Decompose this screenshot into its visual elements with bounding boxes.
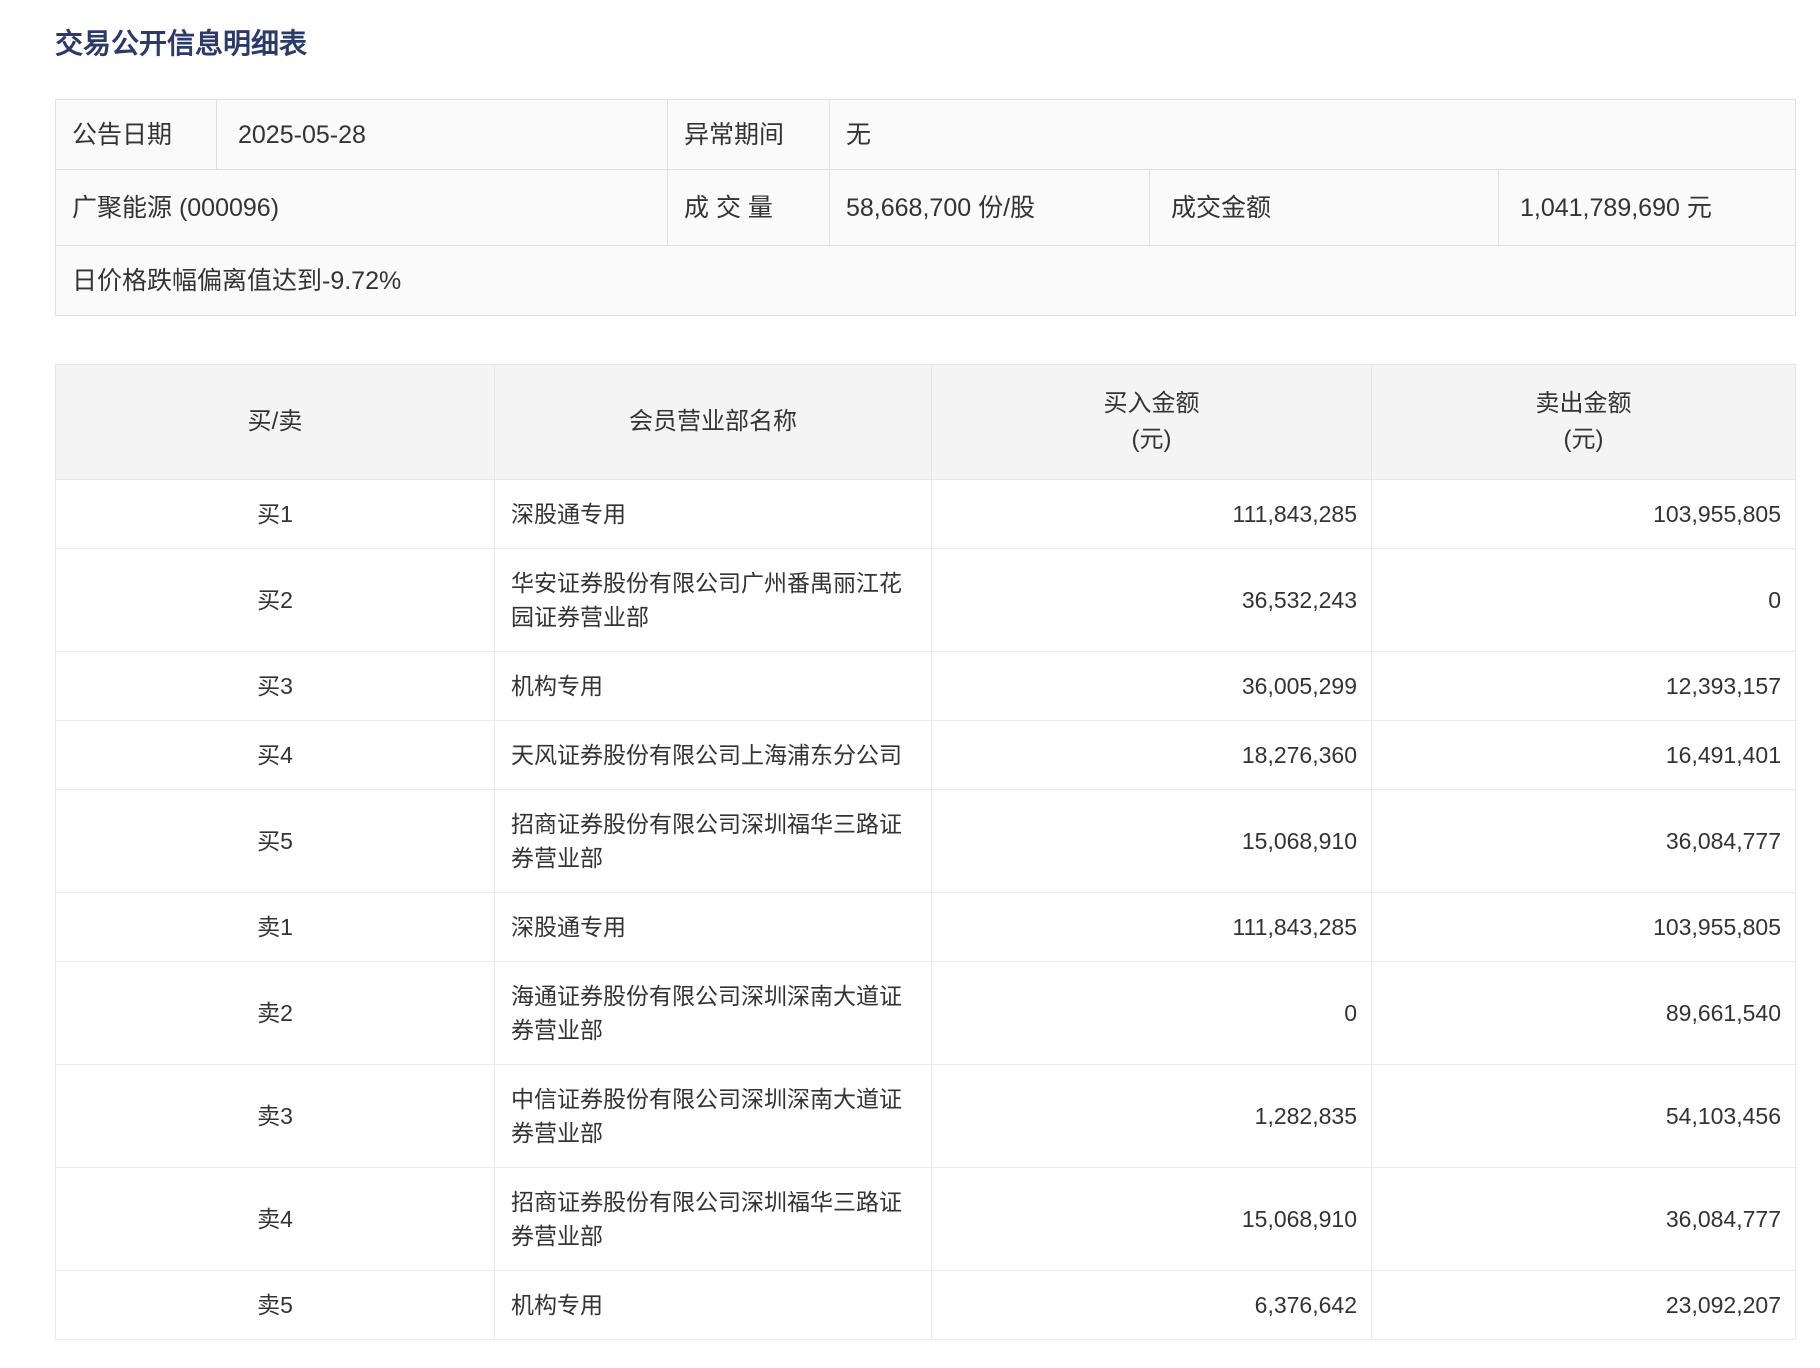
broker-table-header-row: 买/卖 会员营业部名称 买入金额 (元) 卖出金额 (元) [56, 365, 1796, 480]
cell-side: 买1 [56, 480, 495, 549]
cell-sell: 36,084,777 [1372, 1168, 1796, 1271]
cell-side: 卖1 [56, 893, 495, 962]
summary-row-date: 公告日期 2025-05-28 异常期间 无 [56, 100, 1796, 170]
col-header-side: 买/卖 [56, 365, 495, 480]
trade-disclosure-page: 交易公开信息明细表 公告日期 2025-05-28 异常期间 无 广聚能源 (0… [0, 0, 1820, 1368]
abnormal-period-value: 无 [830, 100, 1796, 170]
amount-value: 1,041,789,690 元 [1499, 170, 1796, 246]
cell-buy: 18,276,360 [932, 721, 1372, 790]
summary-row-deviation: 日价格跌幅偏离值达到-9.72% [56, 246, 1796, 316]
stock-name: 广聚能源 (000096) [56, 170, 668, 246]
cell-buy: 36,532,243 [932, 549, 1372, 652]
deviation-note: 日价格跌幅偏离值达到-9.72% [56, 246, 1796, 316]
cell-branch: 机构专用 [495, 1271, 932, 1340]
cell-buy: 111,843,285 [932, 480, 1372, 549]
table-row: 卖5机构专用6,376,64223,092,207 [56, 1271, 1796, 1340]
cell-side: 卖3 [56, 1065, 495, 1168]
cell-sell: 103,955,805 [1372, 893, 1796, 962]
cell-buy: 36,005,299 [932, 652, 1372, 721]
cell-buy: 111,843,285 [932, 893, 1372, 962]
cell-sell: 0 [1372, 549, 1796, 652]
table-row: 卖3中信证券股份有限公司深圳深南大道证券营业部1,282,83554,103,4… [56, 1065, 1796, 1168]
volume-label: 成 交 量 [668, 170, 830, 246]
table-row: 卖2海通证券股份有限公司深圳深南大道证券营业部089,661,540 [56, 962, 1796, 1065]
cell-branch: 海通证券股份有限公司深圳深南大道证券营业部 [495, 962, 932, 1065]
cell-buy: 0 [932, 962, 1372, 1065]
summary-table: 公告日期 2025-05-28 异常期间 无 广聚能源 (000096) 成 交… [55, 99, 1796, 316]
cell-sell: 36,084,777 [1372, 790, 1796, 893]
cell-branch: 华安证券股份有限公司广州番禺丽江花园证券营业部 [495, 549, 932, 652]
cell-side: 卖2 [56, 962, 495, 1065]
table-row: 买5招商证券股份有限公司深圳福华三路证券营业部15,068,91036,084,… [56, 790, 1796, 893]
col-header-buy-amount-unit: (元) [932, 422, 1371, 458]
announce-date-value: 2025-05-28 [217, 100, 668, 170]
table-row: 卖1深股通专用111,843,285103,955,805 [56, 893, 1796, 962]
cell-branch: 招商证券股份有限公司深圳福华三路证券营业部 [495, 790, 932, 893]
col-header-sell-amount-unit: (元) [1372, 422, 1795, 458]
cell-branch: 机构专用 [495, 652, 932, 721]
col-header-branch: 会员营业部名称 [495, 365, 932, 480]
cell-branch: 中信证券股份有限公司深圳深南大道证券营业部 [495, 1065, 932, 1168]
page-title: 交易公开信息明细表 [55, 27, 1795, 61]
col-header-buy-amount-label: 买入金额 [932, 386, 1371, 422]
table-row: 买1深股通专用111,843,285103,955,805 [56, 480, 1796, 549]
cell-side: 买4 [56, 721, 495, 790]
cell-buy: 15,068,910 [932, 1168, 1372, 1271]
cell-buy: 6,376,642 [932, 1271, 1372, 1340]
cell-sell: 54,103,456 [1372, 1065, 1796, 1168]
cell-side: 买3 [56, 652, 495, 721]
summary-row-stock: 广聚能源 (000096) 成 交 量 58,668,700 份/股 成交金额 … [56, 170, 1796, 246]
broker-table: 买/卖 会员营业部名称 买入金额 (元) 卖出金额 (元) 买1深股通专用111… [55, 364, 1796, 1340]
col-header-sell-amount: 卖出金额 (元) [1372, 365, 1796, 480]
volume-value: 58,668,700 份/股 [830, 170, 1150, 246]
amount-label: 成交金额 [1150, 170, 1499, 246]
cell-branch: 深股通专用 [495, 893, 932, 962]
cell-buy: 15,068,910 [932, 790, 1372, 893]
table-row: 买3机构专用36,005,29912,393,157 [56, 652, 1796, 721]
table-row: 卖4招商证券股份有限公司深圳福华三路证券营业部15,068,91036,084,… [56, 1168, 1796, 1271]
table-row: 买4天风证券股份有限公司上海浦东分公司18,276,36016,491,401 [56, 721, 1796, 790]
cell-side: 买2 [56, 549, 495, 652]
col-header-sell-amount-label: 卖出金额 [1372, 386, 1795, 422]
announce-date-label: 公告日期 [56, 100, 217, 170]
cell-sell: 16,491,401 [1372, 721, 1796, 790]
cell-side: 买5 [56, 790, 495, 893]
abnormal-period-label: 异常期间 [668, 100, 830, 170]
cell-buy: 1,282,835 [932, 1065, 1372, 1168]
col-header-buy-amount: 买入金额 (元) [932, 365, 1372, 480]
cell-sell: 89,661,540 [1372, 962, 1796, 1065]
table-row: 买2华安证券股份有限公司广州番禺丽江花园证券营业部36,532,2430 [56, 549, 1796, 652]
cell-sell: 23,092,207 [1372, 1271, 1796, 1340]
cell-sell: 12,393,157 [1372, 652, 1796, 721]
cell-branch: 天风证券股份有限公司上海浦东分公司 [495, 721, 932, 790]
cell-side: 卖4 [56, 1168, 495, 1271]
cell-side: 卖5 [56, 1271, 495, 1340]
cell-branch: 招商证券股份有限公司深圳福华三路证券营业部 [495, 1168, 932, 1271]
cell-sell: 103,955,805 [1372, 480, 1796, 549]
cell-branch: 深股通专用 [495, 480, 932, 549]
content-area: 交易公开信息明细表 公告日期 2025-05-28 异常期间 无 广聚能源 (0… [55, 0, 1795, 1340]
